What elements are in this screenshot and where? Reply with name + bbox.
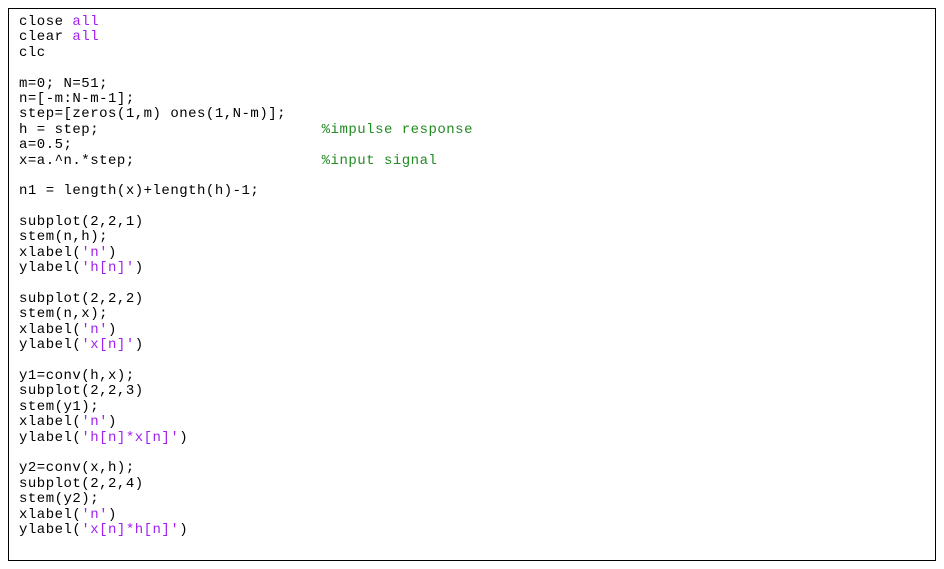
string-literal: 'n' (81, 507, 108, 523)
keyword: all (72, 29, 99, 45)
code-text: stem(n,h); (19, 229, 108, 245)
code-line: xlabel('n') (19, 323, 925, 338)
code-line: clear all (19, 30, 925, 45)
code-line: ylabel('h[n]') (19, 261, 925, 276)
code-line: close all (19, 15, 925, 30)
code-line: subplot(2,2,3) (19, 384, 925, 399)
comment: %input signal (322, 153, 438, 169)
code-line: xlabel('n') (19, 415, 925, 430)
code-text: step=[zeros(1,m) ones(1,N-m)]; (19, 106, 286, 122)
code-line (19, 169, 925, 184)
code-text: clc (19, 45, 46, 61)
code-line (19, 538, 925, 553)
code-line (19, 446, 925, 461)
code-line: n1 = length(x)+length(h)-1; (19, 184, 925, 199)
code-line: ylabel('x[n]') (19, 338, 925, 353)
code-text: ) (108, 245, 117, 261)
code-text: x=a.^n.*step; (19, 153, 322, 169)
code-line: stem(y1); (19, 400, 925, 415)
string-literal: 'n' (81, 245, 108, 261)
string-literal: 'h[n]' (81, 260, 134, 276)
code-line: step=[zeros(1,m) ones(1,N-m)]; (19, 107, 925, 122)
code-text: n=[-m:N-m-1]; (19, 91, 135, 107)
code-text: subplot(2,2,4) (19, 476, 144, 492)
code-text: xlabel( (19, 507, 81, 523)
code-line: y1=conv(h,x); (19, 369, 925, 384)
code-line: subplot(2,2,2) (19, 292, 925, 307)
code-text: ylabel( (19, 260, 81, 276)
string-literal: 'n' (81, 414, 108, 430)
code-text: subplot(2,2,1) (19, 214, 144, 230)
code-text: ) (135, 337, 144, 353)
code-line: subplot(2,2,1) (19, 215, 925, 230)
code-text: ylabel( (19, 337, 81, 353)
code-text: ylabel( (19, 522, 81, 538)
code-line: ylabel('x[n]*h[n]') (19, 523, 925, 538)
code-text: ) (108, 414, 117, 430)
comment: %impulse response (322, 122, 473, 138)
code-line (19, 61, 925, 76)
code-text: m=0; N=51; (19, 76, 108, 92)
code-line (19, 354, 925, 369)
code-line: xlabel('n') (19, 508, 925, 523)
code-text: ) (179, 430, 188, 446)
code-line: clc (19, 46, 925, 61)
code-text: ) (135, 260, 144, 276)
code-line: ylabel('h[n]*x[n]') (19, 431, 925, 446)
string-literal: 'x[n]' (81, 337, 134, 353)
code-text: ) (108, 322, 117, 338)
code-text: n1 = length(x)+length(h)-1; (19, 183, 259, 199)
code-text: subplot(2,2,3) (19, 383, 144, 399)
keyword: all (72, 14, 99, 30)
code-text: xlabel( (19, 245, 81, 261)
code-line: n=[-m:N-m-1]; (19, 92, 925, 107)
code-line: y2=conv(x,h); (19, 461, 925, 476)
code-line: a=0.5; (19, 138, 925, 153)
code-text: ) (179, 522, 188, 538)
code-text: stem(y1); (19, 399, 99, 415)
code-line: xlabel('n') (19, 246, 925, 261)
string-literal: 'h[n]*x[n]' (81, 430, 179, 446)
code-text: xlabel( (19, 322, 81, 338)
code-line (19, 277, 925, 292)
code-line: h = step; %impulse response (19, 123, 925, 138)
code-text: stem(n,x); (19, 306, 108, 322)
code-text: subplot(2,2,2) (19, 291, 144, 307)
code-text: close (19, 14, 72, 30)
code-text: h = step; (19, 122, 322, 138)
code-line: stem(n,x); (19, 307, 925, 322)
code-line: m=0; N=51; (19, 77, 925, 92)
code-line: subplot(2,2,4) (19, 477, 925, 492)
code-text: stem(y2); (19, 491, 99, 507)
code-text: xlabel( (19, 414, 81, 430)
code-text: ylabel( (19, 430, 81, 446)
code-line (19, 200, 925, 215)
code-text: a=0.5; (19, 137, 72, 153)
code-container: close all clear all clc m=0; N=51; n=[-m… (8, 8, 936, 561)
code-text: ) (108, 507, 117, 523)
code-line: x=a.^n.*step; %input signal (19, 154, 925, 169)
string-literal: 'n' (81, 322, 108, 338)
code-text: y2=conv(x,h); (19, 460, 135, 476)
code-text: y1=conv(h,x); (19, 368, 135, 384)
string-literal: 'x[n]*h[n]' (81, 522, 179, 538)
code-text: clear (19, 29, 72, 45)
code-line: stem(n,h); (19, 230, 925, 245)
code-line: stem(y2); (19, 492, 925, 507)
